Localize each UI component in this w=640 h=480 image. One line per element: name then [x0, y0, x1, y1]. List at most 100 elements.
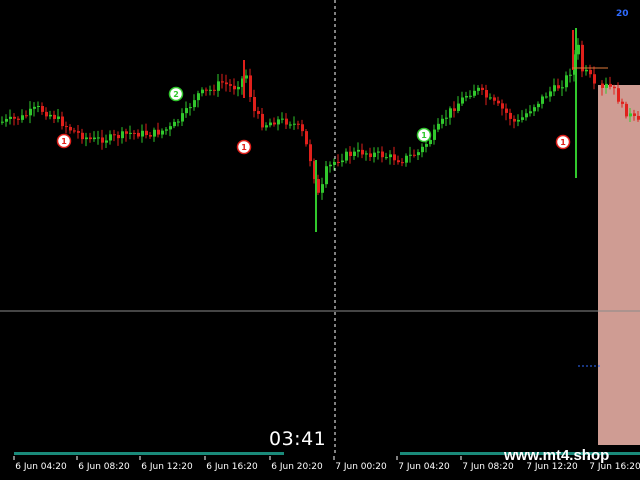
candle-body [621, 101, 624, 104]
candle-body [501, 103, 504, 109]
candle-body [281, 118, 284, 120]
candle-body [177, 121, 180, 123]
candle-body [405, 155, 408, 163]
candle-body [317, 179, 320, 193]
candle-body [325, 166, 328, 185]
signal-marker-label: 1 [61, 137, 67, 146]
candle-body [257, 111, 260, 114]
candle-body [421, 146, 424, 153]
candle-body [329, 164, 332, 167]
candle-body [561, 87, 564, 89]
candle-body [261, 113, 264, 128]
candle-body [509, 112, 512, 119]
candle-body [185, 108, 188, 114]
candle-body [133, 132, 136, 134]
highlight-zone [598, 85, 640, 445]
candle-body [497, 100, 500, 104]
candle-body [169, 126, 172, 130]
candle-body [85, 137, 88, 140]
candle-body [413, 154, 416, 156]
candle-body [97, 137, 100, 139]
candle-body [213, 89, 216, 91]
candle-body [629, 113, 632, 117]
candle-body [593, 74, 596, 84]
candle-body [117, 134, 120, 139]
candle-body [93, 137, 96, 140]
candle-body [553, 85, 556, 92]
candle-body [57, 116, 60, 119]
candle-body [141, 130, 144, 137]
candle-body [349, 151, 352, 156]
candle-body [53, 114, 56, 119]
candle-body [569, 74, 572, 76]
candle-body [237, 86, 240, 90]
candle-body [105, 140, 108, 143]
bottom-bar-left [14, 452, 284, 455]
candle-body [221, 81, 224, 83]
candle-body [529, 111, 532, 114]
candle-body [589, 69, 592, 75]
candle-body [277, 119, 280, 125]
candle-body [601, 83, 604, 88]
candle-body [473, 90, 476, 96]
candle-body [29, 108, 32, 116]
candle-body [265, 125, 268, 128]
candle-body [125, 131, 128, 134]
candle-body [453, 108, 456, 111]
candle-body [285, 118, 288, 125]
candle-body [209, 89, 212, 91]
candle-body [197, 93, 200, 101]
candle-body [205, 89, 208, 91]
candle-body [21, 115, 24, 120]
candle-body [525, 113, 528, 118]
candle-body [181, 113, 184, 122]
candle-body [233, 85, 236, 90]
candle-body [25, 115, 28, 117]
candle-body [337, 161, 340, 163]
candle-body [493, 97, 496, 101]
candle-body [609, 83, 612, 87]
candle-body [441, 118, 444, 124]
candle-body [193, 100, 196, 108]
candle-body [101, 137, 104, 143]
candle-body [449, 108, 452, 118]
candle-body [409, 154, 412, 156]
time-axis-label: 7 Jun 00:20 [335, 462, 387, 472]
candle-body [581, 44, 584, 72]
candle-body [537, 103, 540, 108]
price-chart[interactable]: 1 2 1 1 1 6 Jun 04:20 6 Jun 08:20 6 Jun 12:20 6… [0, 0, 640, 480]
time-axis-label: 6 Jun 08:20 [78, 462, 130, 472]
candle-body [617, 88, 620, 102]
candle-body [505, 108, 508, 113]
candle-body [605, 83, 608, 88]
candle-body [273, 122, 276, 125]
candle-body [301, 124, 304, 132]
candle-body [229, 84, 232, 86]
candle-body [77, 131, 80, 133]
candle-body [433, 129, 436, 140]
candle-body [245, 75, 248, 79]
signal-marker-label: 2 [173, 90, 179, 99]
candle-body [485, 89, 488, 98]
candle-body [37, 106, 40, 108]
candle-body [165, 129, 168, 131]
candle-body [541, 96, 544, 104]
time-axis-label: 6 Jun 16:20 [206, 462, 258, 472]
candle-body [625, 103, 628, 117]
candle-body [477, 87, 480, 91]
candle-body [145, 130, 148, 136]
time-axis-label: 6 Jun 20:20 [271, 462, 323, 472]
chart-window[interactable]: 1 2 1 1 1 6 Jun 04:20 6 Jun 08:20 6 Jun 12:20 6… [0, 0, 640, 480]
candle-body [361, 149, 364, 155]
time-axis-label: 6 Jun 04:20 [15, 462, 67, 472]
candle-body [65, 126, 68, 128]
candle-body [1, 121, 4, 123]
candle-body [445, 117, 448, 119]
candlestick-series [1, 28, 640, 232]
time-axis-label: 6 Jun 12:20 [141, 462, 193, 472]
candle-body [61, 116, 64, 127]
candle-body [249, 75, 252, 98]
candle-body [633, 113, 636, 116]
candle-body [137, 132, 140, 137]
candle-body [45, 111, 48, 117]
